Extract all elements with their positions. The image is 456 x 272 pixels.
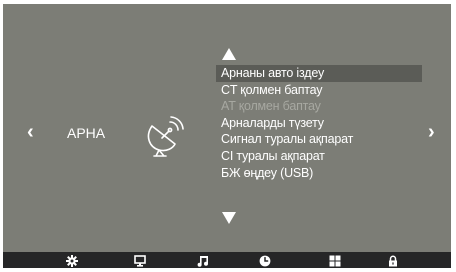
grid-icon[interactable] <box>329 255 341 267</box>
triangle-down-icon[interactable] <box>222 212 236 224</box>
satellite-dish-icon <box>147 116 184 157</box>
music-note-icon[interactable] <box>197 255 209 267</box>
menu-item-edit-channels[interactable]: Арналарды түзету <box>216 115 422 132</box>
menu-item-software-update[interactable]: БЖ өңдеу (USB) <box>216 165 422 182</box>
channel-menu: Арнаны авто іздеу CT қолмен баптау AT қо… <box>216 65 422 181</box>
chevron-left-icon[interactable]: ‹ <box>27 122 34 142</box>
section-title: АРНА <box>67 125 106 141</box>
menu-item-auto-search[interactable]: Арнаны авто іздеу <box>216 65 422 82</box>
menu-item-at-manual-tuning[interactable]: AT қолмен баптау <box>216 98 422 115</box>
menu-item-signal-info[interactable]: Сигнал туралы ақпарат <box>216 131 422 148</box>
menu-item-ct-manual-tuning[interactable]: CT қолмен баптау <box>216 82 422 99</box>
lock-icon[interactable] <box>387 255 399 267</box>
menu-item-ci-info[interactable]: CI туралы ақпарат <box>216 148 422 165</box>
monitor-icon[interactable] <box>134 255 146 267</box>
triangle-up-icon[interactable] <box>222 48 236 60</box>
menu-screen: ‹ › АРНА Арнаны авто іздеу CT қолмен бап… <box>3 4 451 268</box>
chevron-right-icon[interactable]: › <box>428 122 435 142</box>
gear-icon[interactable] <box>66 255 78 267</box>
clock-icon[interactable] <box>259 255 271 267</box>
bottom-bar <box>3 252 451 268</box>
